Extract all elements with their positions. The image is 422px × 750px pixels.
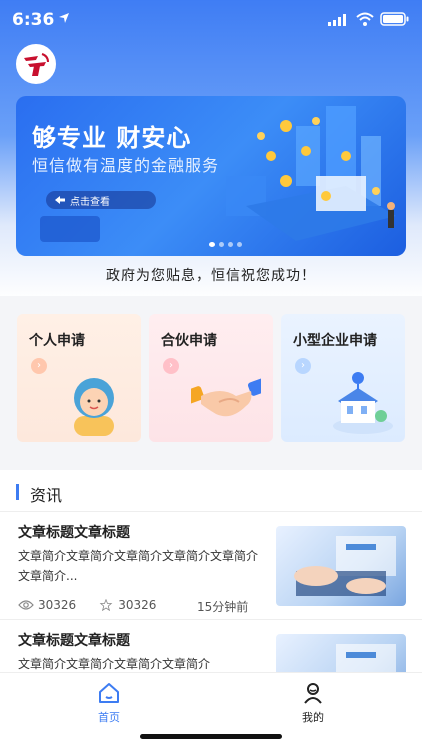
banner-pagination	[209, 242, 242, 247]
article-title: 文章标题文章标题	[18, 633, 130, 649]
home-icon	[99, 683, 119, 703]
personal-application-card[interactable]: 个人申请 ›	[17, 314, 141, 442]
application-cards: 个人申请 › 合伙申请 › 小型企业申请 ›	[0, 296, 422, 456]
card-label: 小型企业申请	[293, 333, 377, 349]
banner-subtitle: 恒信做有温度的金融服务	[32, 156, 220, 175]
app-logo[interactable]	[16, 44, 56, 84]
cellular-signal-icon	[328, 14, 346, 26]
banner-cta-button[interactable]: 点击查看	[46, 191, 156, 209]
card-label: 合伙申请	[161, 333, 217, 349]
wifi-icon	[356, 12, 374, 26]
promo-banner[interactable]: 够专业 财安心 恒信做有温度的金融服务 点击查看	[16, 96, 406, 256]
chevron-right-icon: ›	[295, 358, 311, 374]
card-label: 个人申请	[29, 333, 85, 349]
news-article[interactable]: 文章标题文章标题 文章简介文章简介文章简介文章简介文章简介文章简介... 303…	[0, 512, 422, 620]
laptop-hands-image	[294, 536, 396, 596]
pagination-dot[interactable]	[209, 242, 215, 247]
news-title: 资讯	[30, 486, 63, 505]
news-header: 资讯	[0, 470, 422, 512]
article-title: 文章标题文章标题	[18, 525, 130, 541]
battery-icon	[380, 12, 409, 26]
article-time: 15分钟前	[197, 600, 249, 614]
tab-label: 首页	[98, 711, 120, 724]
profile-icon	[304, 683, 322, 704]
home-indicator	[140, 734, 282, 739]
article-desc: 文章简介文章简介文章简介文章简介	[18, 657, 211, 671]
handshake-icon	[191, 378, 261, 417]
article-desc: 文章简介文章简介文章简介文章简介文章简介文章简介...	[18, 549, 259, 583]
eye-icon	[18, 600, 34, 610]
tab-home[interactable]: 首页	[79, 681, 139, 725]
star-icon[interactable]	[98, 599, 114, 611]
news-section: 资讯 文章标题文章标题 文章简介文章简介文章简介文章简介文章简介文章简介... …	[0, 470, 422, 728]
article-meta: 30326 30326	[18, 598, 156, 612]
pagination-dot[interactable]	[219, 242, 224, 247]
banner-slogan: 够专业 财安心	[32, 124, 192, 152]
article-views: 30326	[38, 598, 77, 612]
tagline: 政府为您贴息，恒信祝您成功！	[106, 268, 316, 284]
chevron-right-icon: ›	[163, 358, 179, 374]
tab-mine[interactable]: 我的	[283, 681, 343, 725]
article-likes: 30326	[118, 598, 157, 612]
tab-label: 我的	[302, 711, 324, 724]
banner-cta-label: 点击查看	[70, 196, 110, 208]
status-time: 6:36	[12, 10, 55, 30]
building-icon	[333, 372, 393, 434]
section-accent-bar	[16, 484, 19, 500]
chevron-right-icon: ›	[31, 358, 47, 374]
partnership-application-card[interactable]: 合伙申请 ›	[149, 314, 273, 442]
small-business-application-card[interactable]: 小型企业申请 ›	[281, 314, 405, 442]
pagination-dot[interactable]	[237, 242, 242, 247]
logo-icon	[18, 46, 54, 82]
person-icon	[74, 378, 114, 436]
pagination-dot[interactable]	[228, 242, 233, 247]
pointer-icon	[55, 196, 65, 204]
article-thumbnail	[276, 526, 406, 606]
status-bar: 6:36	[0, 0, 422, 40]
location-arrow-icon	[59, 13, 69, 23]
